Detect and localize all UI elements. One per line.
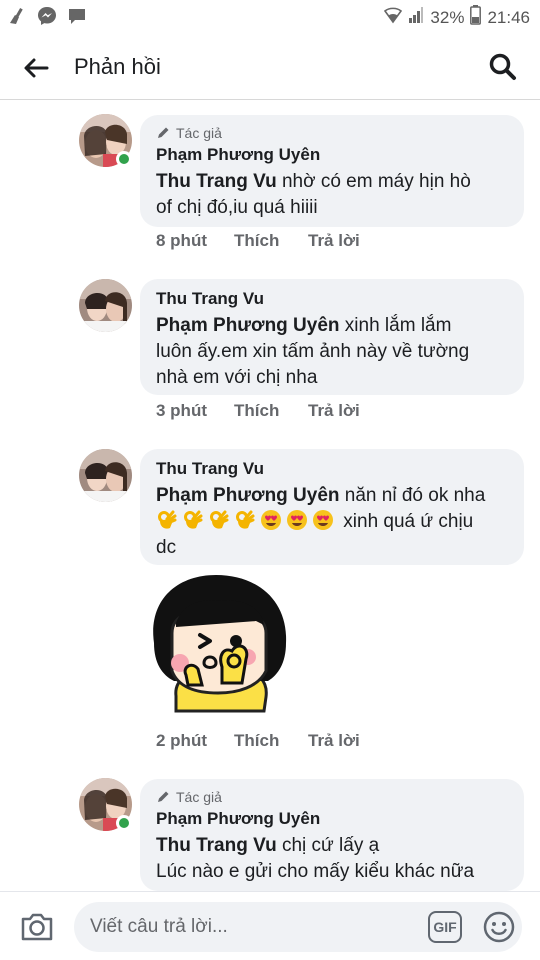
avatar[interactable] <box>79 279 132 332</box>
arrow-left-icon <box>24 58 49 78</box>
emoji-row <box>156 510 343 532</box>
comment-actions: 2 phút Thích Trả lời <box>156 731 360 751</box>
ok-hand-emoji-icon <box>184 510 203 529</box>
gif-button[interactable]: GIF <box>428 911 462 943</box>
pencil-icon <box>158 791 169 802</box>
camera-icon <box>21 913 53 941</box>
sticker-image[interactable] <box>146 571 292 719</box>
comment-text: Phạm Phương Uyên xinh lắm lắm luôn ấy.em… <box>156 313 508 391</box>
like-button[interactable]: Thích <box>234 231 308 251</box>
reply-input-placeholder: Viết câu trả lời... <box>90 916 228 937</box>
broom-icon <box>6 6 28 26</box>
comment-text-line: nhà em với chị nha <box>156 367 318 388</box>
smiley-icon <box>483 911 515 943</box>
reply-input[interactable]: Viết câu trả lời... GIF <box>74 902 522 952</box>
comment-text: Phạm Phương Uyên năn nỉ đó ok nha xinh q… <box>156 483 508 561</box>
status-time: 21:46 <box>487 7 530 27</box>
commenter-name[interactable]: Phạm Phương Uyên <box>156 145 508 165</box>
commenter-name[interactable]: Phạm Phương Uyên <box>156 809 508 829</box>
comment-text-line: năn nỉ đó ok nha <box>339 485 486 506</box>
emoji-button[interactable] <box>482 910 516 944</box>
ok-hand-emoji-icon <box>210 510 229 529</box>
comment-text-line: dc <box>156 537 177 558</box>
reply-composer: Viết câu trả lời... GIF <box>0 891 540 960</box>
wifi-icon <box>384 6 403 29</box>
ok-hand-emoji-icon <box>158 510 177 529</box>
comment-text: Thu Trang Vu chị cứ lấy ạ Lúc nào e gửi … <box>156 833 508 885</box>
comment-bubble[interactable]: Tác giả Phạm Phương Uyên Thu Trang Vu ch… <box>140 779 524 891</box>
battery-percent: 32% <box>430 7 465 27</box>
comment-time: 2 phút <box>156 731 207 750</box>
search-icon <box>489 53 516 80</box>
signal-icon <box>408 6 424 29</box>
status-left-icons <box>6 6 88 26</box>
heart-eyes-emoji-icon <box>261 510 281 530</box>
comment-bubble[interactable]: Thu Trang Vu Phạm Phương Uyên xinh lắm l… <box>140 279 524 395</box>
like-button[interactable]: Thích <box>234 731 308 751</box>
online-status-dot <box>116 151 132 167</box>
like-button[interactable]: Thích <box>234 401 308 421</box>
author-badge: Tác giả <box>156 789 508 805</box>
comment-time: 3 phút <box>156 401 207 420</box>
commenter-name[interactable]: Thu Trang Vu <box>156 289 508 309</box>
mention-link[interactable]: Thu Trang Vu <box>156 171 277 192</box>
back-button[interactable] <box>20 52 52 84</box>
ok-hand-emoji-icon <box>236 510 255 529</box>
author-badge-label: Tác giả <box>176 789 222 805</box>
online-status-dot <box>116 815 132 831</box>
comment-actions: 3 phút Thích Trả lời <box>156 401 360 421</box>
comment-text-line: xinh quá ứ chịu <box>343 511 474 532</box>
messenger-icon <box>36 6 58 26</box>
mention-link[interactable]: Phạm Phương Uyên <box>156 485 340 506</box>
comment-text-line: nhờ có em máy hịn hò <box>276 171 471 192</box>
comment-text-line: Lúc nào e gửi cho mấy kiểu khác nữa <box>156 861 475 882</box>
status-bar: 32% 21:46 <box>0 0 540 34</box>
mention-link[interactable]: Phạm Phương Uyên <box>156 315 340 336</box>
chat-bubble-icon <box>66 6 88 26</box>
comment-bubble[interactable]: Thu Trang Vu Phạm Phương Uyên năn nỉ đó … <box>140 449 524 565</box>
commenter-name[interactable]: Thu Trang Vu <box>156 459 508 479</box>
comment-text-line: chị cứ lấy ạ <box>276 835 380 856</box>
avatar[interactable] <box>79 449 132 502</box>
camera-button[interactable] <box>20 911 54 943</box>
reply-button[interactable]: Trả lời <box>308 731 360 751</box>
reply-button[interactable]: Trả lời <box>308 231 360 251</box>
pencil-icon <box>158 127 169 138</box>
battery-icon <box>470 5 482 30</box>
app-header: Phản hồi <box>0 34 540 100</box>
page-title: Phản hồi <box>74 54 161 79</box>
author-badge: Tác giả <box>156 125 508 141</box>
heart-eyes-emoji-icon <box>287 510 307 530</box>
comment-text: Thu Trang Vu nhờ có em máy hịn hò of chị… <box>156 169 508 221</box>
comment-bubble[interactable]: Tác giả Phạm Phương Uyên Thu Trang Vu nh… <box>140 115 524 227</box>
author-badge-label: Tác giả <box>176 125 222 141</box>
status-right: 32% 21:46 <box>384 5 530 30</box>
heart-eyes-emoji-icon <box>313 510 333 530</box>
search-button[interactable] <box>486 50 520 84</box>
comment-time: 8 phút <box>156 231 207 250</box>
comment-text-line: of chị đó,iu quá hiiii <box>156 197 318 218</box>
comment-text-line: xinh lắm lắm <box>339 315 452 336</box>
replies-feed[interactable]: Tác giả Phạm Phương Uyên Thu Trang Vu nh… <box>0 101 540 891</box>
comment-text-line: luôn ấy.em xin tấm ảnh này về tường <box>156 341 470 362</box>
reply-button[interactable]: Trả lời <box>308 401 360 421</box>
comment-actions: 8 phút Thích Trả lời <box>156 231 360 251</box>
mention-link[interactable]: Thu Trang Vu <box>156 835 277 856</box>
